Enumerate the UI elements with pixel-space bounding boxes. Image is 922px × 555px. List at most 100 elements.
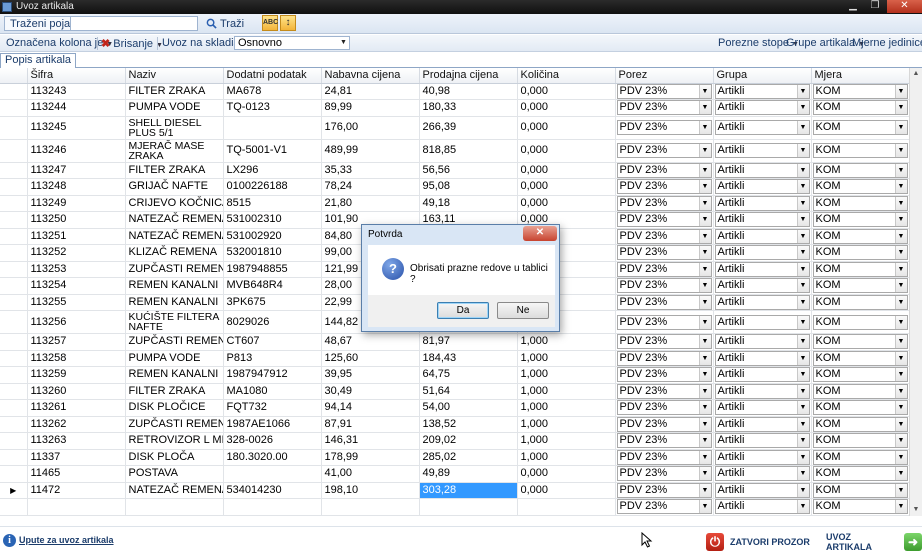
cell-prodajna[interactable]: 51,64 (419, 383, 518, 400)
porez-combo[interactable]: PDV 23% ▼ (616, 334, 712, 350)
column-header[interactable]: Šifra (27, 68, 126, 84)
help-link[interactable]: Upute za uvoz artikala (19, 535, 114, 545)
cell-kolicina[interactable]: 0,000 (517, 99, 616, 117)
porez-combo[interactable]: PDV 23% ▼ (616, 228, 712, 244)
porez-combo[interactable]: PDV 23% ▼ (616, 383, 712, 399)
maximize-button[interactable]: ❐ (864, 0, 886, 13)
row-header[interactable] (0, 195, 28, 212)
porez-combo[interactable]: PDV 23% ▼ (616, 400, 712, 416)
cell-dodatni[interactable]: 531002920 (223, 228, 322, 245)
cell-prodajna[interactable]: 184,43 (419, 350, 518, 367)
porez-combo[interactable]: PDV 23% ▼ (616, 278, 712, 294)
grupa-combo[interactable]: Artikli ▼ (714, 400, 810, 416)
grupa-combo[interactable]: Artikli ▼ (714, 228, 810, 244)
cell-sifra[interactable]: 113257 (27, 333, 126, 351)
row-header[interactable] (0, 244, 28, 262)
table-row[interactable]: 113244 PUMPA VODE TQ-0123 89,99 180,33 0,000 P… (0, 99, 910, 117)
porez-combo[interactable]: PDV 23% ▼ (616, 350, 712, 366)
cell-nabavna[interactable]: 39,95 (321, 366, 420, 384)
cell-kolicina[interactable]: 0,000 (517, 139, 616, 163)
cell-sifra[interactable] (27, 498, 126, 516)
cell-sifra[interactable]: 113246 (27, 139, 126, 163)
cell-naziv[interactable]: PUMPA VODE (125, 99, 224, 117)
cell-sifra[interactable]: 11465 (27, 465, 126, 483)
cell-prodajna[interactable]: 40,98 (419, 83, 518, 100)
cell-kolicina[interactable]: 0,000 (517, 83, 616, 100)
sort-alpha-icon[interactable]: ABC (262, 15, 278, 31)
porez-combo[interactable]: PDV 23% ▼ (616, 162, 712, 178)
cell-sifra[interactable]: 113243 (27, 83, 126, 100)
table-row[interactable]: 11337 DISK PLOČA 180.3020.00 178,99 285,02 1,… (0, 449, 910, 466)
cell-sifra[interactable]: 113245 (27, 116, 126, 140)
porez-combo[interactable]: PDV 23% ▼ (616, 120, 712, 135)
cell-naziv[interactable]: NATEZAČ REMENA (125, 482, 224, 499)
row-header[interactable] (0, 261, 28, 278)
grupa-combo[interactable]: Artikli ▼ (714, 179, 810, 195)
cell-kolicina[interactable] (517, 498, 616, 516)
cell-prodajna[interactable]: 209,02 (419, 432, 518, 450)
mjera-combo[interactable]: KOM ▼ (812, 228, 908, 244)
units-menu[interactable]: Mjerne jedinice▼ (852, 37, 922, 49)
cell-kolicina[interactable]: 1,000 (517, 350, 616, 367)
cell-naziv[interactable]: ZUPČASTI REMEN (125, 261, 224, 278)
table-row[interactable]: 113262 ZUPČASTI REMEN 1987AE1066 87,91 138,5… (0, 416, 910, 433)
cell-naziv[interactable]: CRIJEVO KOČNICA (125, 195, 224, 212)
cell-sifra[interactable]: 113261 (27, 399, 126, 417)
porez-combo[interactable]: PDV 23% ▼ (616, 245, 712, 261)
no-button[interactable]: Ne (497, 302, 549, 319)
mjera-combo[interactable]: KOM ▼ (812, 100, 908, 116)
cell-sifra[interactable]: 113252 (27, 244, 126, 262)
cell-nabavna[interactable]: 21,80 (321, 195, 420, 212)
cell-nabavna[interactable]: 198,10 (321, 482, 420, 499)
porez-combo[interactable]: PDV 23% ▼ (616, 195, 712, 211)
grupa-combo[interactable]: Artikli ▼ (714, 100, 810, 116)
row-header[interactable] (0, 228, 28, 245)
mjera-combo[interactable]: KOM ▼ (812, 383, 908, 399)
mjera-combo[interactable]: KOM ▼ (812, 162, 908, 178)
grupa-combo[interactable]: Artikli ▼ (714, 294, 810, 310)
cell-dodatni[interactable]: MA678 (223, 83, 322, 100)
row-header[interactable] (0, 211, 28, 229)
mjera-combo[interactable]: KOM ▼ (812, 433, 908, 449)
cell-prodajna[interactable]: 266,39 (419, 116, 518, 140)
cell-prodajna[interactable]: 56,56 (419, 162, 518, 179)
cell-dodatni[interactable]: MA1080 (223, 383, 322, 400)
porez-combo[interactable]: PDV 23% ▼ (616, 100, 712, 116)
cell-naziv[interactable]: POSTAVA (125, 465, 224, 483)
porez-combo[interactable]: PDV 23% ▼ (616, 449, 712, 465)
cell-sifra[interactable]: 11337 (27, 449, 126, 466)
grupa-combo[interactable]: Artikli ▼ (714, 466, 810, 482)
grupa-combo[interactable]: Artikli ▼ (714, 212, 810, 228)
cell-sifra[interactable]: 113247 (27, 162, 126, 179)
column-header[interactable]: Naziv (125, 68, 224, 84)
column-header[interactable]: Prodajna cijena (419, 68, 518, 84)
porez-combo[interactable]: PDV 23% ▼ (616, 261, 712, 277)
cell-naziv[interactable]: NATEZAČ REMENA (125, 228, 224, 245)
search-button[interactable]: Traži (203, 16, 247, 31)
cell-kolicina[interactable]: 1,000 (517, 399, 616, 417)
grupa-combo[interactable]: Artikli ▼ (714, 482, 810, 498)
row-header[interactable] (0, 465, 28, 483)
scroll-up-icon[interactable]: ▲ (910, 68, 922, 80)
cell-naziv[interactable]: REMEN KANALNI (125, 277, 224, 295)
mjera-combo[interactable]: KOM ▼ (812, 294, 908, 310)
cell-prodajna[interactable]: 303,28 (419, 482, 518, 499)
column-header[interactable]: Nabavna cijena (321, 68, 420, 84)
cell-nabavna[interactable]: 78,24 (321, 178, 420, 196)
grupa-combo[interactable]: Artikli ▼ (714, 416, 810, 432)
cell-prodajna[interactable]: 54,00 (419, 399, 518, 417)
row-header[interactable] (0, 310, 28, 334)
cell-prodajna[interactable]: 285,02 (419, 449, 518, 466)
cell-dodatni[interactable]: P813 (223, 350, 322, 367)
row-header[interactable] (0, 383, 28, 400)
row-header[interactable] (0, 399, 28, 417)
grupa-combo[interactable]: Artikli ▼ (714, 245, 810, 261)
porez-combo[interactable]: PDV 23% ▼ (616, 367, 712, 383)
row-header[interactable] (0, 366, 28, 384)
grupa-combo[interactable]: Artikli ▼ (714, 433, 810, 449)
mjera-combo[interactable]: KOM ▼ (812, 212, 908, 228)
cell-prodajna[interactable]: 180,33 (419, 99, 518, 117)
cell-naziv[interactable]: NATEZAČ REMENA (125, 211, 224, 229)
cell-sifra[interactable]: 113258 (27, 350, 126, 367)
mjera-combo[interactable]: KOM ▼ (812, 449, 908, 465)
